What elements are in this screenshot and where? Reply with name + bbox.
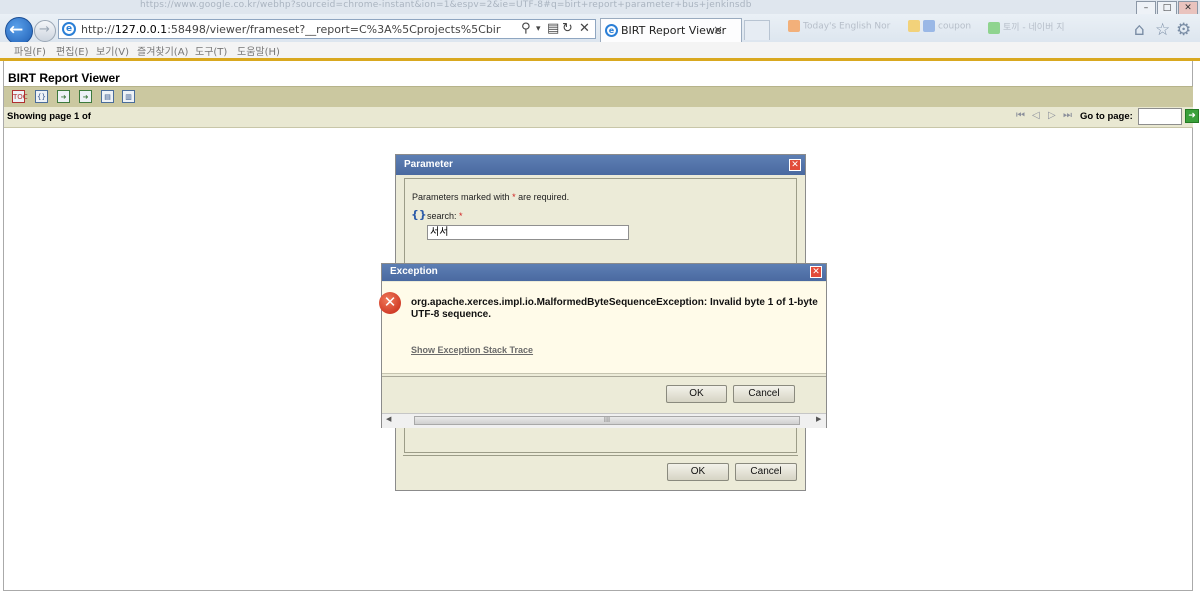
horizontal-scrollbar[interactable]: ◀ III ▶ xyxy=(382,413,826,428)
bookmark-icon xyxy=(908,20,920,32)
exception-dialog: Exception ✕ ✕ org.apache.xerces.impl.io.… xyxy=(379,263,827,428)
menu-edit[interactable]: 편집(E) xyxy=(56,43,89,58)
bookmark-icon xyxy=(923,20,935,32)
bookmark-item[interactable]: coupon xyxy=(908,20,971,34)
toc-icon[interactable]: TOC xyxy=(12,90,28,103)
stop-icon[interactable]: ✕ xyxy=(579,21,590,36)
refresh-icon[interactable]: ↻ xyxy=(562,21,573,36)
exception-message: org.apache.xerces.impl.io.MalformedByteS… xyxy=(411,297,818,320)
menu-bar: 파일(F) 편집(E) 보기(V) 즐겨찾기(A) 도구(T) 도움말(H) xyxy=(0,42,1200,59)
maximize-icon[interactable]: □ xyxy=(1157,1,1177,14)
minimize-icon[interactable]: – xyxy=(1136,1,1156,14)
bookmark-label: coupon xyxy=(938,21,972,32)
print-icon[interactable]: ▤ xyxy=(101,90,114,103)
parameter-dialog-title: Parameter xyxy=(404,159,453,170)
export-report-icon[interactable]: ➜ xyxy=(79,90,92,103)
url-scheme: http:// xyxy=(81,23,115,36)
next-page-icon[interactable]: ▷ xyxy=(1048,110,1056,121)
exception-close-icon[interactable]: ✕ xyxy=(810,266,822,278)
tab-close-icon[interactable]: × xyxy=(713,23,723,37)
divider xyxy=(382,376,826,377)
new-tab-button[interactable] xyxy=(744,20,770,40)
compat-view-icon[interactable]: ▤ xyxy=(547,21,559,36)
menu-help[interactable]: 도움말(H) xyxy=(237,43,280,58)
viewer-title: BIRT Report Viewer xyxy=(8,71,120,85)
back-arrow-icon: ← xyxy=(9,20,24,40)
viewer-toolbar: TOC {} ➜ ➜ ▤ ▥ xyxy=(4,86,1193,108)
search-label-text: search: xyxy=(427,211,457,221)
show-stack-trace-link[interactable]: Show Exception Stack Trace xyxy=(411,345,533,355)
note-prefix: Parameters marked with xyxy=(412,192,510,202)
bookmark-item[interactable]: Today's English Nor xyxy=(788,20,890,34)
search-parameter-label: search: * xyxy=(427,211,463,221)
bookmark-label: 토끼 - 네이버 지 xyxy=(1003,23,1065,33)
back-button[interactable]: ← xyxy=(5,17,33,45)
search-parameter-input[interactable]: 서서 xyxy=(427,225,629,240)
scroll-right-icon[interactable]: ▶ xyxy=(816,415,821,423)
exception-cancel-button[interactable]: Cancel xyxy=(733,385,795,403)
parameter-cancel-button[interactable]: Cancel xyxy=(735,463,797,481)
bookmark-label: Today's English Nor xyxy=(803,21,891,32)
required-star: * xyxy=(512,192,516,202)
error-icon: ✕ xyxy=(379,292,401,314)
dropdown-icon[interactable]: ▾ xyxy=(536,24,541,34)
bookmark-icon xyxy=(788,20,800,32)
page-status: Showing page 1 of xyxy=(7,111,91,122)
address-url[interactable]: http://127.0.0.1:58498/viewer/frameset?_… xyxy=(81,23,501,36)
tab-birt-report-viewer[interactable]: e BIRT Report Viewer × xyxy=(600,18,742,42)
parameter-close-icon[interactable]: ✕ xyxy=(789,159,801,171)
gear-icon[interactable]: ⚙ xyxy=(1176,20,1191,40)
export-data-icon[interactable]: ➜ xyxy=(57,90,70,103)
parameter-dialog-header: Parameter ✕ xyxy=(396,155,805,175)
exception-ok-button[interactable]: OK xyxy=(666,385,727,403)
tab-ie-icon: e xyxy=(605,24,618,37)
scrollbar-thumb[interactable]: III xyxy=(414,416,800,425)
goto-page-input[interactable] xyxy=(1138,108,1182,125)
ie-logo-icon: e xyxy=(62,22,76,36)
menu-tools[interactable]: 도구(T) xyxy=(195,43,227,58)
title-bar: https://www.google.co.kr/webhp?sourceid=… xyxy=(0,0,1200,14)
menu-view[interactable]: 보기(V) xyxy=(96,43,129,58)
menu-file[interactable]: 파일(F) xyxy=(14,43,46,58)
exception-body: ✕ org.apache.xerces.impl.io.MalformedByt… xyxy=(379,282,826,374)
search-icon[interactable]: ⚲ xyxy=(521,21,531,36)
favorites-star-icon[interactable]: ☆ xyxy=(1155,20,1170,40)
previous-page-icon[interactable]: ◁ xyxy=(1032,110,1040,121)
required-star: * xyxy=(459,211,463,221)
bookmark-item[interactable]: 토끼 - 네이버 지 xyxy=(988,20,1065,34)
print-server-icon[interactable]: ▥ xyxy=(122,90,135,103)
exception-dialog-header: Exception ✕ xyxy=(382,264,826,281)
goto-page-label: Go to page: xyxy=(1080,111,1133,122)
parameter-ok-button[interactable]: OK xyxy=(667,463,729,481)
forward-button[interactable]: → xyxy=(34,20,56,42)
scroll-left-icon[interactable]: ◀ xyxy=(386,415,391,423)
last-page-icon[interactable]: ⏭ xyxy=(1063,110,1072,121)
exception-dialog-title: Exception xyxy=(390,266,438,277)
url-host: 127.0.0.1 xyxy=(114,23,168,36)
divider xyxy=(403,455,798,456)
menu-favorites[interactable]: 즐겨찾기(A) xyxy=(137,43,188,58)
tab-title: BIRT Report Viewer xyxy=(621,24,727,37)
parameter-braces-icon: {} xyxy=(411,208,427,221)
home-icon[interactable]: ⌂ xyxy=(1134,20,1145,40)
url-path: :58498/viewer/frameset?__report=C%3A%5Cp… xyxy=(167,23,501,36)
goto-page-button[interactable]: ➜ xyxy=(1185,109,1199,123)
note-suffix: are required. xyxy=(518,192,570,202)
close-window-icon[interactable]: ✕ xyxy=(1178,1,1198,14)
ghost-url-text: https://www.google.co.kr/webhp?sourceid=… xyxy=(140,0,752,10)
first-page-icon[interactable]: ⏮ xyxy=(1016,110,1025,121)
page-navigation-bar: Showing page 1 of ⏮ ◁ ▷ ⏭ Go to page: ➜ xyxy=(4,107,1199,128)
address-bar[interactable]: e http://127.0.0.1:58498/viewer/frameset… xyxy=(58,19,596,39)
forward-arrow-icon: → xyxy=(39,22,50,37)
required-note: Parameters marked with * are required. xyxy=(412,192,569,202)
bookmark-icon xyxy=(988,21,1000,34)
window-controls: – □ ✕ xyxy=(1135,0,1198,14)
parameters-icon[interactable]: {} xyxy=(35,90,48,103)
